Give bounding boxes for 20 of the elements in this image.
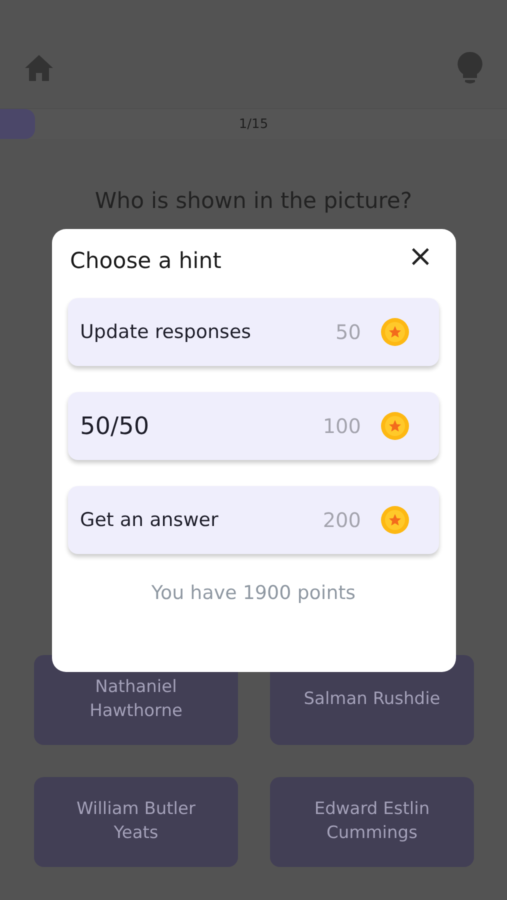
hint-label: 50/50 xyxy=(80,412,150,440)
hint-option[interactable]: 50/50 100 xyxy=(68,392,439,460)
close-button[interactable]: × xyxy=(402,242,439,272)
coin-icon xyxy=(381,412,409,440)
coin-icon xyxy=(381,318,409,346)
hint-cost: 50 xyxy=(336,320,361,344)
hint-cost: 200 xyxy=(322,508,361,532)
answer-button[interactable]: William Butler Yeats xyxy=(34,777,238,867)
coin-icon xyxy=(381,506,409,534)
hint-label: Get an answer xyxy=(80,509,220,531)
hint-option[interactable]: Get an answer 200 xyxy=(68,486,439,554)
points-text: You have 1900 points xyxy=(150,582,357,604)
lightbulb-icon[interactable] xyxy=(457,51,483,85)
hint-cost: 100 xyxy=(322,414,361,438)
dialog-title: Choose a hint xyxy=(70,249,222,274)
answer-button[interactable]: Edward Estlin Cummings xyxy=(270,777,474,867)
home-icon[interactable] xyxy=(24,54,54,82)
progress-label: 1/15 xyxy=(238,116,268,132)
hint-option[interactable]: Update responses 50 xyxy=(68,298,439,366)
hint-label: Update responses xyxy=(80,321,252,343)
